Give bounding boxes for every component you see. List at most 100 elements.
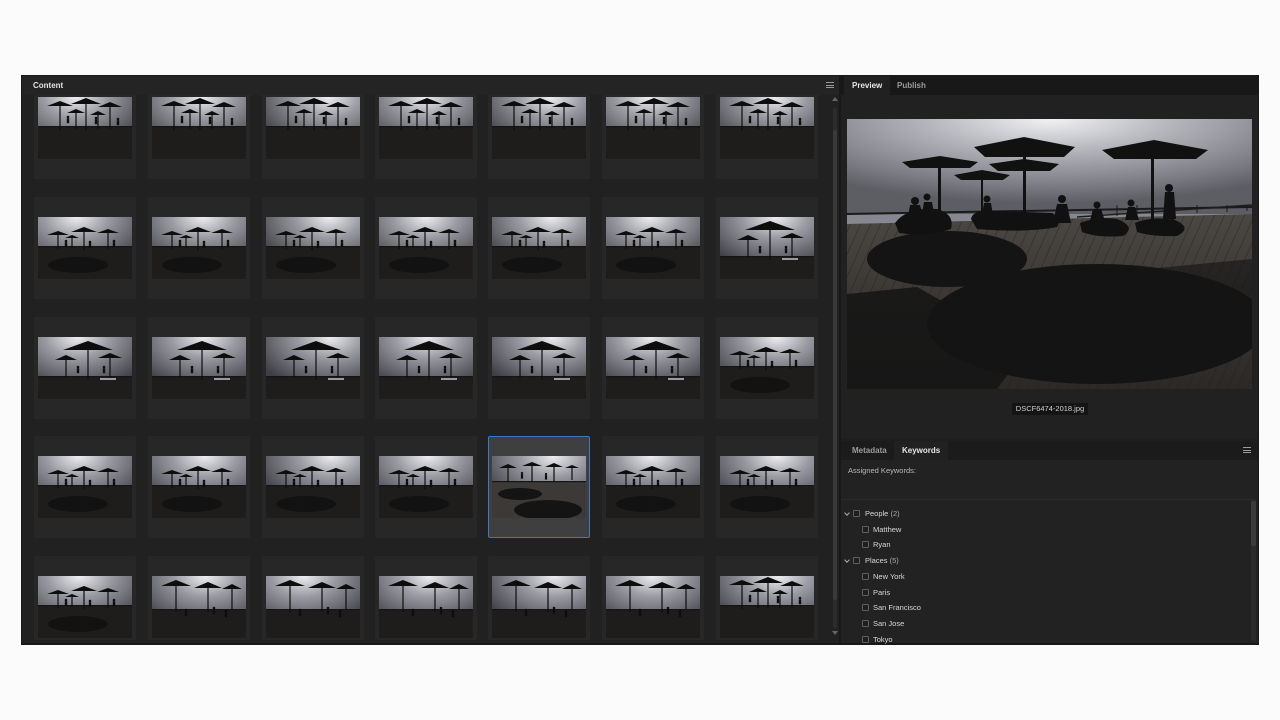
keyword-item[interactable]: Ryan — [862, 539, 1162, 553]
thumbnail-cell[interactable] — [488, 317, 590, 419]
keyword-checkbox[interactable] — [862, 635, 869, 643]
chevron-down-icon[interactable] — [844, 557, 850, 563]
thumbnail-image[interactable] — [152, 337, 246, 399]
keyword-checkbox[interactable] — [862, 588, 869, 596]
keyword-item[interactable]: San Francisco — [862, 602, 1162, 616]
thumbnail-image[interactable] — [720, 576, 814, 638]
thumbnail-image[interactable] — [266, 217, 360, 279]
scroll-up-arrow-icon[interactable] — [832, 97, 838, 101]
thumbnail-image[interactable] — [606, 217, 700, 279]
thumbnail-image[interactable] — [38, 337, 132, 399]
thumbnail-image[interactable] — [492, 217, 586, 279]
thumbnail-cell[interactable] — [262, 556, 364, 640]
preview-image[interactable] — [847, 119, 1252, 389]
hamburger-menu-icon[interactable] — [1243, 447, 1251, 453]
keyword-item[interactable]: Matthew — [862, 524, 1162, 538]
thumbnail-cell[interactable] — [375, 556, 477, 640]
scroll-thumb[interactable] — [833, 130, 837, 600]
thumbnail-cell[interactable] — [488, 436, 590, 538]
thumbnail-image[interactable] — [266, 576, 360, 638]
thumbnail-cell[interactable] — [262, 436, 364, 538]
thumbnail-cell[interactable] — [375, 95, 477, 179]
thumbnail-cell[interactable] — [34, 436, 136, 538]
keyword-checkbox[interactable] — [862, 525, 869, 533]
thumbnail-cell[interactable] — [148, 197, 250, 299]
thumbnail-image[interactable] — [720, 217, 814, 279]
thumbnail-image[interactable] — [379, 576, 473, 638]
thumbnail-cell[interactable] — [262, 197, 364, 299]
thumbnail-image[interactable] — [266, 337, 360, 399]
thumbnail-image[interactable] — [266, 97, 360, 159]
keyword-checkbox[interactable] — [862, 619, 869, 627]
thumbnail-image[interactable] — [38, 217, 132, 279]
thumbnail-image[interactable] — [720, 97, 814, 159]
hamburger-menu-icon[interactable] — [826, 82, 834, 88]
thumbnail-image[interactable] — [379, 456, 473, 518]
thumbnail-image[interactable] — [38, 456, 132, 518]
thumbnail-image[interactable] — [492, 337, 586, 399]
thumbnail-cell[interactable] — [602, 197, 704, 299]
thumbnail-cell[interactable] — [148, 556, 250, 640]
chevron-down-icon[interactable] — [844, 510, 850, 516]
keyword-checkbox[interactable] — [862, 604, 869, 612]
scroll-down-arrow-icon[interactable] — [832, 631, 838, 635]
thumbnail-cell[interactable] — [716, 95, 818, 179]
thumbnail-cell[interactable] — [34, 197, 136, 299]
thumbnail-image[interactable] — [606, 576, 700, 638]
thumbnail-image[interactable] — [606, 337, 700, 399]
keyword-group-1[interactable]: Places (5) — [844, 555, 1145, 569]
thumbnail-cell[interactable] — [375, 436, 477, 538]
thumbnail-cell[interactable] — [148, 95, 250, 179]
thumbnail-cell[interactable] — [488, 197, 590, 299]
thumbnail-cell[interactable] — [34, 317, 136, 419]
thumbnail-cell[interactable] — [34, 556, 136, 640]
keyword-checkbox[interactable] — [862, 541, 869, 549]
thumbnail-image[interactable] — [492, 456, 586, 518]
thumbnail-image[interactable] — [379, 97, 473, 159]
thumbnail-image[interactable] — [492, 576, 586, 638]
thumbnail-image[interactable] — [266, 456, 360, 518]
thumbnail-image[interactable] — [379, 337, 473, 399]
tab-preview[interactable]: Preview — [844, 76, 891, 95]
keyword-checkbox[interactable] — [862, 572, 869, 580]
thumbnail-cell[interactable] — [602, 436, 704, 538]
tab-publish[interactable]: Publish — [889, 76, 934, 95]
thumbnail-cell[interactable] — [262, 95, 364, 179]
thumbnail-cell[interactable] — [602, 95, 704, 179]
content-scrollbar[interactable] — [832, 96, 838, 636]
thumbnail-cell[interactable] — [488, 95, 590, 179]
thumbnail-image[interactable] — [720, 337, 814, 399]
thumbnail-image[interactable] — [152, 576, 246, 638]
thumbnail-cell[interactable] — [716, 197, 818, 299]
thumbnail-image[interactable] — [720, 456, 814, 518]
thumbnail-cell[interactable] — [148, 436, 250, 538]
thumbnail-image[interactable] — [38, 97, 132, 159]
thumbnail-cell[interactable] — [716, 436, 818, 538]
keyword-item[interactable]: Paris — [862, 587, 1162, 601]
thumbnail-cell[interactable] — [602, 556, 704, 640]
thumbnail-cell[interactable] — [488, 556, 590, 640]
tab-metadata[interactable]: Metadata — [844, 441, 895, 460]
thumbnail-cell[interactable] — [34, 95, 136, 179]
thumbnail-cell[interactable] — [602, 317, 704, 419]
keyword-checkbox[interactable] — [853, 510, 860, 517]
thumbnail-cell[interactable] — [375, 317, 477, 419]
thumbnail-cell[interactable] — [716, 556, 818, 640]
scroll-thumb[interactable] — [1251, 501, 1256, 546]
thumbnail-cell[interactable] — [262, 317, 364, 419]
keyword-item[interactable]: San Jose — [862, 618, 1162, 632]
thumbnail-cell[interactable] — [716, 317, 818, 419]
thumbnail-image[interactable] — [152, 217, 246, 279]
thumbnail-image[interactable] — [606, 97, 700, 159]
thumbnail-image[interactable] — [152, 97, 246, 159]
keyword-group-0[interactable]: People (2) — [844, 508, 1145, 522]
thumbnail-image[interactable] — [38, 576, 132, 638]
thumbnail-image[interactable] — [379, 217, 473, 279]
keywords-scrollbar[interactable] — [1251, 499, 1256, 641]
thumbnail-image[interactable] — [492, 97, 586, 159]
tab-keywords[interactable]: Keywords — [894, 441, 949, 460]
thumbnail-image[interactable] — [606, 456, 700, 518]
thumbnail-cell[interactable] — [148, 317, 250, 419]
keyword-checkbox[interactable] — [853, 557, 860, 565]
thumbnail-cell[interactable] — [375, 197, 477, 299]
